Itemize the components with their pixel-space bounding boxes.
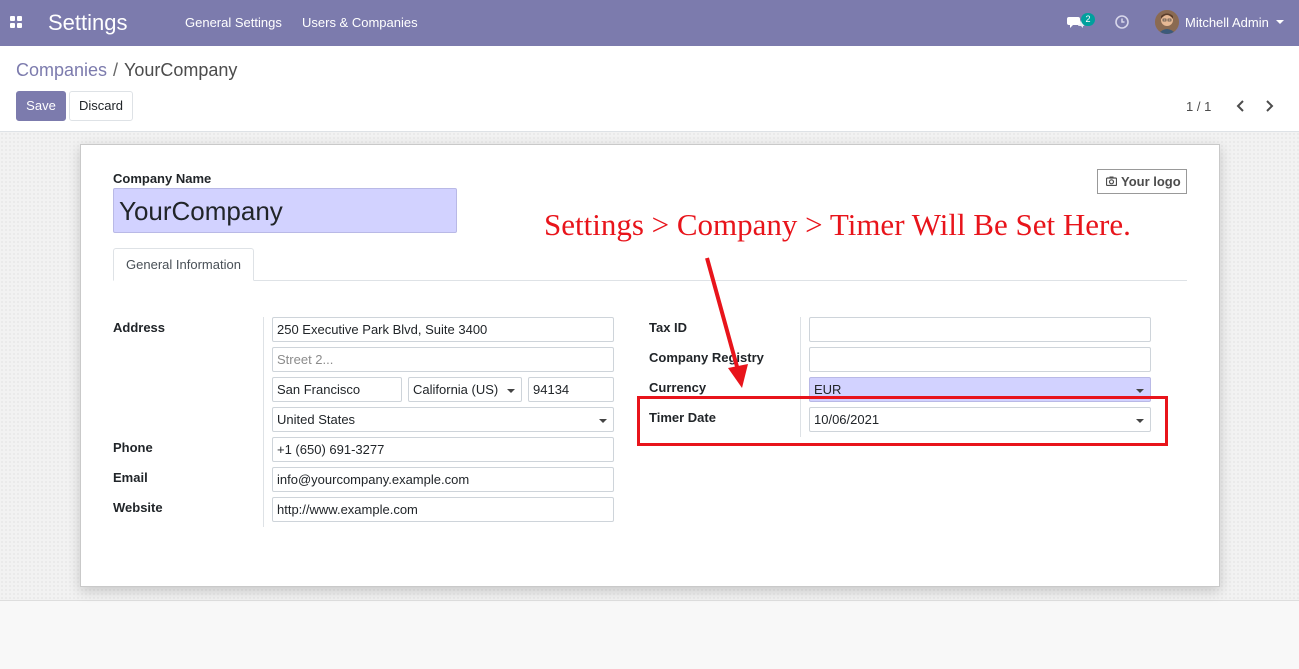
phone-input[interactable]: +1 (650) 691-3277 bbox=[272, 437, 614, 462]
clock-icon[interactable] bbox=[1115, 15, 1129, 29]
logo-button-label: Your logo bbox=[1121, 174, 1181, 189]
zip-input[interactable]: 94134 bbox=[528, 377, 614, 402]
address-label: Address bbox=[113, 320, 166, 335]
user-avatar[interactable] bbox=[1155, 10, 1179, 34]
country-select[interactable]: United States bbox=[272, 407, 614, 432]
annotation-arrow-icon bbox=[705, 257, 748, 388]
app-title: Settings bbox=[48, 10, 128, 35]
email-input[interactable]: info@yourcompany.example.com bbox=[272, 467, 614, 492]
phone-label: Phone bbox=[113, 440, 153, 455]
website-input[interactable]: http://www.example.com bbox=[272, 497, 614, 522]
menu-general-settings[interactable]: General Settings bbox=[185, 15, 282, 30]
user-name[interactable]: Mitchell Admin bbox=[1185, 15, 1269, 30]
currency-chevron-down-icon bbox=[1136, 389, 1144, 393]
email-label: Email bbox=[113, 470, 148, 485]
tab-general-information[interactable]: General Information bbox=[113, 248, 254, 281]
logo-upload-button[interactable]: Your logo bbox=[1097, 169, 1187, 194]
street-input[interactable]: 250 Executive Park Blvd, Suite 3400 bbox=[272, 317, 614, 342]
company-name-input[interactable]: YourCompany bbox=[113, 188, 457, 233]
chatter-area bbox=[0, 600, 1299, 669]
tab-divider bbox=[113, 280, 1187, 281]
control-panel: Companies / YourCompany Save Discard 1 /… bbox=[0, 46, 1299, 132]
currency-value: EUR bbox=[814, 382, 842, 397]
pager-value[interactable]: 1 / 1 bbox=[1186, 99, 1211, 114]
left-group-separator bbox=[263, 317, 264, 527]
camera-icon bbox=[1106, 176, 1117, 186]
breadcrumb-separator: / bbox=[113, 60, 119, 80]
discard-button[interactable]: Discard bbox=[69, 91, 133, 121]
tax-id-label: Tax ID bbox=[649, 320, 688, 335]
company-name-label: Company Name bbox=[113, 171, 212, 186]
user-menu-chevron-down-icon[interactable] bbox=[1276, 20, 1284, 24]
currency-label: Currency bbox=[649, 380, 707, 395]
country-chevron-down-icon bbox=[599, 419, 607, 423]
state-chevron-down-icon bbox=[507, 389, 515, 393]
tax-id-input[interactable] bbox=[809, 317, 1151, 342]
breadcrumb-companies-link[interactable]: Companies bbox=[16, 60, 107, 81]
save-button[interactable]: Save bbox=[16, 91, 66, 121]
annotation-highlight-box bbox=[637, 396, 1168, 446]
street2-input[interactable]: Street 2... bbox=[272, 347, 614, 372]
annotation-text: Settings > Company > Timer Will Be Set H… bbox=[544, 207, 1131, 242]
breadcrumb-current: YourCompany bbox=[124, 60, 238, 80]
apps-menu-icon[interactable] bbox=[10, 16, 22, 28]
state-select[interactable]: California (US) bbox=[408, 377, 522, 402]
city-input[interactable]: San Francisco bbox=[272, 377, 402, 402]
menu-users-companies[interactable]: Users & Companies bbox=[302, 15, 418, 30]
state-value: California (US) bbox=[413, 382, 499, 397]
pager-previous-icon[interactable] bbox=[1233, 98, 1249, 114]
chat-count-badge: 2 bbox=[1081, 13, 1095, 26]
country-value: United States bbox=[277, 412, 356, 427]
pager-next-icon[interactable] bbox=[1261, 98, 1277, 114]
website-label: Website bbox=[113, 500, 163, 515]
top-navbar: Settings General Settings Users & Compan… bbox=[0, 0, 1299, 46]
company-registry-input[interactable] bbox=[809, 347, 1151, 372]
